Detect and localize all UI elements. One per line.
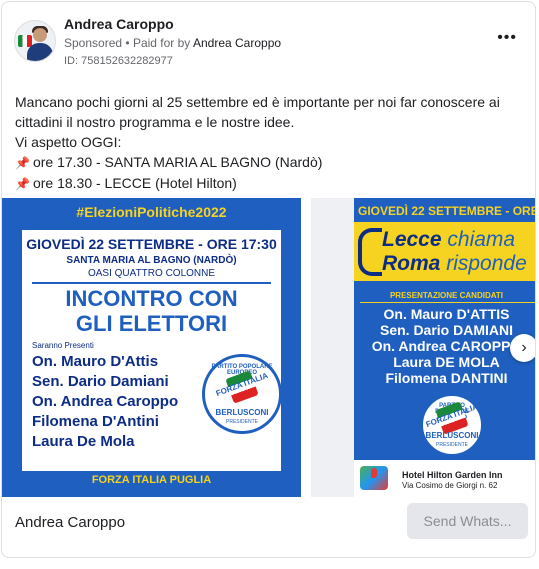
ad-id: ID: 758152632282977 [64, 55, 173, 67]
pinned-line: 📌 ore 17.30 - SANTA MARIA AL BAGNO (Nardò… [15, 152, 525, 173]
candidate-name: Filomena DANTINI [385, 370, 508, 386]
candidate-name: Filomena D'Antini [32, 413, 159, 430]
forza-italia-logo: PARTITO POPOLARE EUROPEO FORZA ITALIA BE… [202, 354, 282, 434]
pinned-line: 📌 ore 18.30 - LECCE (Hotel Hilton) [15, 173, 525, 194]
slide2-banner: Lecce chiama Roma risponde [354, 222, 535, 281]
paid-for-name[interactable]: Andrea Caroppo [193, 36, 281, 50]
forza-italia-logo: PARTITO POPOLARE EUROPEO FORZA ITALIA BE… [420, 393, 484, 457]
divider [360, 302, 535, 303]
slide2-footer: Hotel Hilton Garden Inn Via Cosimo de Gi… [354, 460, 535, 497]
pushpin-icon: 📌 [15, 156, 30, 170]
separator-dot: • [125, 36, 130, 50]
candidate-name: On. Mauro D'Attis [32, 353, 159, 370]
slide1-location: SANTA MARIA AL BAGNO (NARDÒ) [66, 255, 237, 266]
slide2-panel: GIOVEDÌ 22 SETTEMBRE - ORE 18 Lecce chia… [354, 198, 536, 460]
pinned-text: ore 18.30 - LECCE (Hotel Hilton) [32, 175, 237, 191]
slide1-panel: GIOVEDÌ 22 SETTEMBRE - ORE 17:30 SANTA M… [22, 230, 282, 471]
slide1-names: On. Mauro D'Attis Sen. Dario Damiani On.… [32, 352, 178, 452]
sponsored-label: Sponsored [64, 36, 123, 50]
candidate-name: On. Andrea CAROPPO [371, 338, 522, 354]
candidate-name: Laura De Mola [32, 433, 135, 450]
footer-page-name[interactable]: Andrea Caroppo [15, 514, 125, 531]
paid-for-prefix: Paid for by [132, 36, 191, 50]
body-line: cittadini il nostro programma e le nostr… [15, 114, 295, 130]
pushpin-icon: 📌 [15, 177, 30, 191]
more-dots-icon[interactable]: ••• [497, 30, 517, 46]
hotel-address: Via Cosimo de Giorgi n. 62 [402, 481, 498, 490]
slide1-footer: FORZA ITALIA PUGLIA [91, 474, 212, 486]
hashtag: #ElezioniPolitiche2022 [76, 204, 227, 220]
present-label: Saranno Presenti [32, 341, 94, 350]
candidate-name: Sen. Dario Damiani [32, 373, 169, 390]
divider [32, 282, 271, 284]
author-name[interactable]: Andrea Caroppo [64, 16, 174, 32]
presentation-label: PRESENTAZIONE CANDIDATI [389, 291, 504, 300]
title-line: INCONTRO CON [65, 286, 238, 311]
candidate-name: Sen. Dario DAMIANI [379, 322, 513, 338]
pinned-text: ore 17.30 - SANTA MARIA AL BAGNO (Nardò) [32, 154, 323, 170]
slide1-title: INCONTRO CON GLI ELETTORI [22, 286, 281, 336]
sponsored-line: Sponsored • Paid for by Andrea Caroppo [64, 36, 281, 50]
slide2-names: On. Mauro D'ATTIS Sen. Dario DAMIANI On.… [354, 306, 535, 386]
send-whatsapp-button[interactable]: Send Whats... [407, 503, 528, 539]
map-pin-icon [360, 466, 388, 490]
slide2-date: GIOVEDÌ 22 SETTEMBRE - ORE 18 [358, 204, 536, 218]
candidate-name: On. Andrea Caroppo [32, 393, 179, 410]
body-line: Mancano pochi giorni al 25 settembre ed … [15, 94, 500, 110]
title-line: GLI ELETTORI [75, 311, 228, 336]
slide1-date: GIOVEDÌ 22 SETTEMBRE - ORE 17:30 [26, 236, 277, 252]
slide1-venue: OASI QUATTRO COLONNE [87, 268, 216, 279]
body-line: Vi aspetto OGGI: [15, 134, 122, 150]
phone-icon [358, 228, 382, 276]
avatar[interactable] [14, 20, 56, 62]
post-body: Mancano pochi giorni al 25 settembre ed … [15, 92, 525, 194]
candidate-name: On. Mauro D'ATTIS [383, 306, 510, 322]
candidate-name: Laura DE MOLA [393, 354, 500, 370]
carousel-slide-2[interactable]: GIOVEDÌ 22 SETTEMBRE - ORE 18 Lecce chia… [311, 198, 536, 497]
hotel-name: Hotel Hilton Garden Inn [402, 470, 503, 480]
ad-card: Andrea Caroppo Sponsored • Paid for by A… [1, 1, 536, 558]
chevron-right-icon[interactable]: › [510, 334, 535, 362]
carousel-slide-1[interactable]: #ElezioniPolitiche2022 GIOVEDÌ 22 SETTEM… [2, 198, 301, 497]
